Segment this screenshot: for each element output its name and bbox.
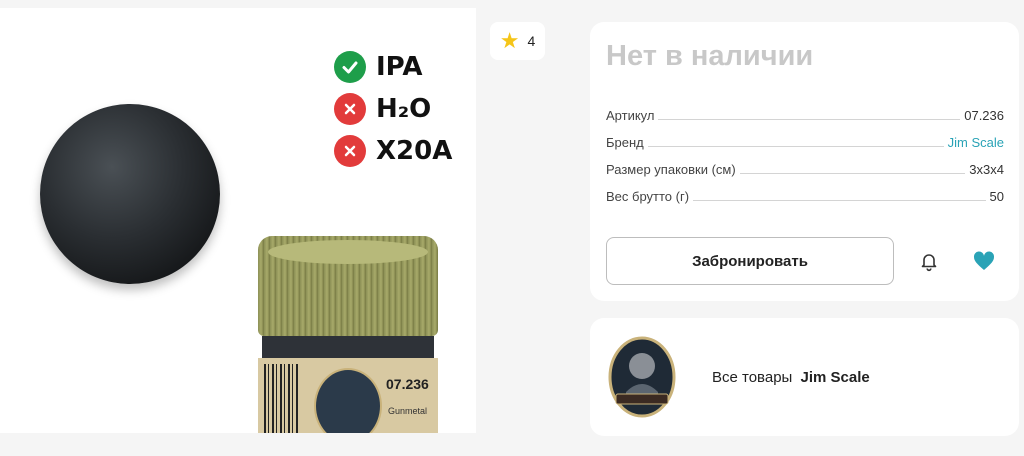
spec-row-sku: Артикул 07.236	[606, 108, 1004, 123]
heart-icon[interactable]	[972, 250, 996, 272]
all-brand-items-link[interactable]: Все товары Jim Scale	[712, 369, 870, 386]
compat-row-x20a: X20A	[334, 130, 452, 172]
spec-divider	[739, 173, 966, 174]
paint-jar: 07.236 Gunmetal	[258, 236, 438, 433]
cross-icon	[334, 93, 366, 125]
rating-badge[interactable]: ★ 4	[490, 22, 545, 60]
compat-label: IPA	[376, 52, 423, 82]
check-icon	[334, 51, 366, 83]
spec-value: 07.236	[964, 108, 1004, 123]
spec-label: Бренд	[606, 135, 644, 150]
jar-code: 07.236	[386, 376, 429, 392]
jar-brand-logo	[314, 368, 382, 433]
stock-status: Нет в наличии	[606, 40, 814, 72]
barcode	[264, 364, 300, 433]
jar-label: 07.236 Gunmetal	[258, 358, 438, 433]
jar-neck	[262, 336, 434, 358]
color-sample-sphere	[40, 104, 220, 284]
brand-name: Jim Scale	[800, 369, 870, 386]
bell-icon[interactable]	[918, 250, 940, 272]
jar-cap-top	[268, 240, 428, 264]
product-image[interactable]: IPA H₂O X20A 07.236 Gunmetal	[0, 8, 476, 433]
thinner-compatibility-legend: IPA H₂O X20A	[334, 46, 452, 172]
brand-logo[interactable]	[608, 336, 676, 418]
compat-label: H₂O	[376, 94, 432, 124]
rating-value: 4	[527, 33, 536, 49]
spec-value: 3x3x4	[969, 162, 1004, 177]
spec-label: Вес брутто (г)	[606, 189, 690, 204]
spec-value: 50	[989, 189, 1004, 204]
reserve-button[interactable]: Забронировать	[606, 237, 894, 285]
spec-row-brand: Бренд Jim Scale	[606, 135, 1004, 150]
spec-label: Артикул	[606, 108, 655, 123]
spec-row-package-size: Размер упаковки (см) 3x3x4	[606, 162, 1004, 177]
compat-label: X20A	[376, 136, 453, 166]
compat-row-h2o: H₂O	[334, 88, 452, 130]
brand-card[interactable]: Все товары Jim Scale	[590, 318, 1019, 436]
brand-link[interactable]: Jim Scale	[948, 135, 1004, 150]
spec-divider	[693, 200, 986, 201]
jar-color-name: Gunmetal	[388, 406, 428, 416]
compat-row-ipa: IPA	[334, 46, 452, 88]
spec-divider	[647, 146, 944, 147]
all-items-label: Все товары	[712, 369, 793, 386]
spec-row-gross-weight: Вес брутто (г) 50	[606, 189, 1004, 204]
product-info-card: Нет в наличии Артикул 07.236 Бренд Jim S…	[590, 22, 1019, 301]
spec-divider	[658, 119, 961, 120]
spec-label: Размер упаковки (см)	[606, 162, 736, 177]
cross-icon	[334, 135, 366, 167]
star-icon: ★	[499, 28, 520, 53]
